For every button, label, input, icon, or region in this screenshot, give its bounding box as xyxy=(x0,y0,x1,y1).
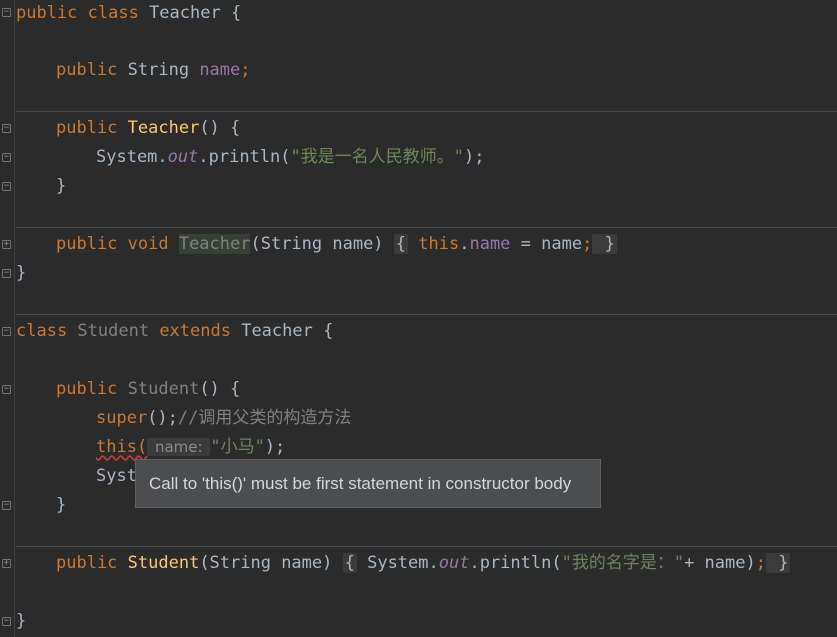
code-line: Syst xyxy=(96,462,137,491)
code-text: .println( xyxy=(198,147,291,167)
string-literal: "小马" xyxy=(210,437,265,457)
brace: } xyxy=(56,495,67,515)
method-separator xyxy=(16,227,837,228)
field-name: name xyxy=(469,234,511,254)
brace: } xyxy=(594,234,615,254)
brace: } xyxy=(56,176,67,196)
fold-collapse-icon[interactable]: − xyxy=(2,153,11,162)
keyword: extends xyxy=(149,321,242,341)
code-text: System. xyxy=(96,147,168,167)
fold-expand-icon[interactable]: − xyxy=(2,501,11,510)
code-line: public Teacher() { xyxy=(56,114,240,143)
keyword: public xyxy=(56,553,128,573)
comment: //调用父类的构造方法 xyxy=(177,408,352,428)
string-literal: "我的名字是：" xyxy=(561,553,685,573)
code-line: super();//调用父类的构造方法 xyxy=(96,404,351,433)
fold-collapse-icon[interactable]: − xyxy=(2,385,11,394)
class-name: Teacher xyxy=(149,3,221,23)
brace: { xyxy=(312,321,334,341)
fold-collapse-icon[interactable]: − xyxy=(2,124,11,133)
code-line: class Student extends Teacher { xyxy=(16,317,333,346)
constructor-name: Student xyxy=(127,553,200,573)
keyword: public xyxy=(56,379,128,399)
code-line: } xyxy=(16,259,26,288)
keyword: class xyxy=(16,321,78,341)
code-text: + name) xyxy=(684,553,756,573)
fold-collapse-icon[interactable]: − xyxy=(2,8,11,17)
fold-expand-icon[interactable]: − xyxy=(2,182,11,191)
code-text: .println( xyxy=(469,553,562,573)
parameter-hint: name: xyxy=(147,438,211,456)
method-name-highlighted: Teacher xyxy=(178,234,251,254)
semicolon: ; xyxy=(755,553,766,573)
code-line: public Student(String name) { System.out… xyxy=(56,549,791,578)
keyword: public void xyxy=(56,234,179,254)
constructor-name: Student xyxy=(127,379,200,399)
fold-collapse-icon[interactable]: − xyxy=(2,617,11,626)
keyword-error[interactable]: this( xyxy=(96,437,147,457)
code-line: } xyxy=(56,491,66,520)
field-name: name xyxy=(199,60,241,80)
code-line: public class Teacher { xyxy=(16,0,241,28)
type-name: String xyxy=(127,60,200,80)
static-field: out xyxy=(438,553,470,573)
code-text: = name xyxy=(510,234,583,254)
code-text: ); xyxy=(264,437,286,457)
code-text: () { xyxy=(199,379,241,399)
brace: } xyxy=(16,611,27,631)
brace: } xyxy=(767,553,789,573)
class-name: Teacher xyxy=(241,321,313,341)
code-text: ); xyxy=(463,147,485,167)
class-name: Student xyxy=(77,321,150,341)
keyword: public xyxy=(56,60,128,80)
code-text: () { xyxy=(199,118,241,138)
code-text: Syst xyxy=(96,466,137,486)
editor-gutter xyxy=(0,0,15,637)
keyword: this xyxy=(408,234,460,254)
code-line: public Student() { xyxy=(56,375,240,404)
code-text: . xyxy=(459,234,470,254)
code-line: this( name: "小马"); xyxy=(96,433,285,462)
fold-expand-icon[interactable]: + xyxy=(2,559,11,568)
string-literal: "我是一名人民教师。" xyxy=(290,147,464,167)
fold-collapse-icon[interactable]: − xyxy=(2,327,11,336)
brace: } xyxy=(16,263,27,283)
code-line: } xyxy=(56,172,66,201)
brace: { xyxy=(220,3,242,23)
constructor-name: Teacher xyxy=(127,118,200,138)
brace: { xyxy=(344,553,355,573)
folded-region[interactable]: { xyxy=(342,553,357,573)
code-text: (String name) xyxy=(250,234,394,254)
code-text: System. xyxy=(356,553,439,573)
code-line: System.out.println("我是一名人民教师。"); xyxy=(96,143,484,172)
folded-region[interactable]: } xyxy=(765,553,791,573)
code-line: public String name; xyxy=(56,56,251,85)
semicolon: ; xyxy=(240,60,251,80)
method-separator xyxy=(16,546,837,547)
folded-region[interactable]: { xyxy=(393,234,409,254)
method-separator xyxy=(16,111,837,112)
static-field: out xyxy=(167,147,199,167)
keyword: public xyxy=(56,118,128,138)
keyword: super xyxy=(96,408,148,428)
fold-expand-icon[interactable]: + xyxy=(2,240,11,249)
brace: { xyxy=(395,234,407,254)
method-separator xyxy=(16,314,837,315)
error-tooltip: Call to 'this()' must be first statement… xyxy=(135,459,601,508)
code-text: (); xyxy=(147,408,178,428)
semicolon: ; xyxy=(582,234,593,254)
code-line: public void Teacher(String name) { this.… xyxy=(56,230,617,259)
folded-region[interactable]: } xyxy=(592,234,617,254)
code-text: (String name) xyxy=(199,553,343,573)
code-line: } xyxy=(16,607,26,636)
fold-collapse-icon[interactable]: − xyxy=(2,269,11,278)
keyword: public class xyxy=(16,3,150,23)
